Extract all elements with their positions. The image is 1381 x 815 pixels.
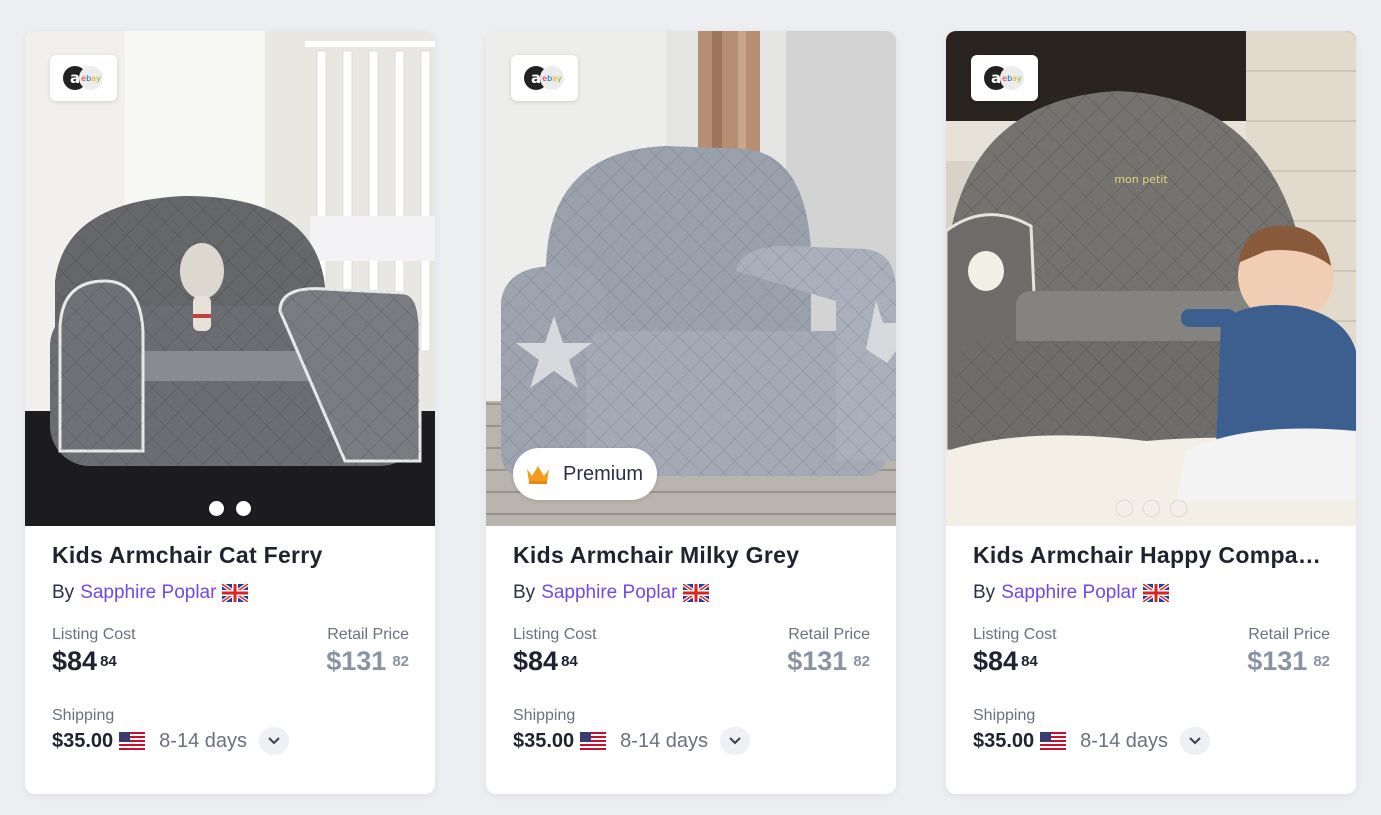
listing-cost-dollars: $84: [973, 646, 1019, 676]
svg-text:ebay: ebay: [1002, 74, 1022, 83]
shipping-days: 8-14 days: [620, 729, 709, 752]
product-image[interactable]: mon petit a ebay: [946, 31, 1356, 526]
marketplace-badge: a ebay: [971, 55, 1038, 101]
product-image[interactable]: a ebay: [25, 31, 435, 526]
amazon-ebay-icon: a ebay: [983, 66, 1024, 90]
us-flag-icon: [1040, 732, 1067, 750]
listing-cost-dollars: $84: [52, 646, 98, 676]
price-row: Listing Cost $84 84 Retail Price $131 82: [973, 626, 1330, 677]
svg-text:ebay: ebay: [81, 74, 101, 83]
amazon-ebay-icon: a ebay: [62, 66, 103, 90]
svg-text:a: a: [530, 69, 540, 87]
listing-cost: Listing Cost $84 84: [513, 626, 597, 677]
svg-text:ebay: ebay: [542, 74, 562, 83]
seller-line: By Sapphire Poplar: [52, 580, 409, 606]
chevron-down-icon: [268, 737, 280, 745]
shipping-expand-button[interactable]: [720, 727, 751, 755]
shipping-section: Shipping $35.00 8-14 days: [513, 707, 870, 756]
shipping-cost: $35.00: [973, 729, 1035, 752]
pagination-dot[interactable]: [1170, 501, 1186, 516]
chevron-down-icon: [729, 737, 741, 745]
listing-cost: Listing Cost $84 84: [52, 626, 136, 677]
armchair-photo: [25, 31, 435, 526]
listing-cost: Listing Cost $84 84: [973, 626, 1057, 677]
product-grid: a ebay Kids Armchair Cat Ferry By Sapphi…: [25, 31, 1357, 794]
retail-price: Retail Price $131 82: [787, 626, 870, 677]
listing-cost-dollars: $84: [513, 646, 559, 676]
marketplace-badge: a ebay: [511, 55, 578, 101]
seller-line: By Sapphire Poplar: [513, 580, 870, 606]
by-label: By: [973, 582, 996, 603]
listing-cost-label: Listing Cost: [973, 626, 1057, 643]
retail-price: Retail Price $131 82: [326, 626, 409, 677]
us-flag-icon: [580, 732, 607, 750]
shipping-expand-button[interactable]: [259, 727, 290, 755]
listing-cost-label: Listing Cost: [52, 626, 136, 643]
retail-price-cents: 82: [853, 653, 870, 670]
seller-link[interactable]: Sapphire Poplar: [80, 582, 216, 604]
retail-price-label: Retail Price: [788, 626, 870, 643]
listing-cost-label: Listing Cost: [513, 626, 597, 643]
shipping-expand-button[interactable]: [1180, 727, 1211, 755]
price-row: Listing Cost $84 84 Retail Price $131 82: [513, 626, 870, 677]
shipping-cost: $35.00: [513, 729, 575, 752]
retail-price-label: Retail Price: [327, 626, 409, 643]
product-title[interactable]: Kids Armchair Cat Ferry: [52, 542, 409, 572]
shipping-days: 8-14 days: [159, 729, 248, 752]
price-row: Listing Cost $84 84 Retail Price $131 82: [52, 626, 409, 677]
by-label: By: [513, 582, 536, 603]
shipping-cost: $35.00: [52, 729, 114, 752]
retail-price-cents: 82: [392, 653, 409, 670]
seller-link[interactable]: Sapphire Poplar: [541, 582, 677, 604]
image-pagination: [25, 501, 435, 516]
product-image[interactable]: a ebay Premium: [486, 31, 896, 526]
svg-text:mon petit: mon petit: [1114, 173, 1168, 186]
seller-link[interactable]: Sapphire Poplar: [1001, 582, 1137, 604]
listing-cost-cents: 84: [1021, 653, 1038, 670]
uk-flag-icon: [222, 584, 249, 602]
amazon-ebay-icon: a ebay: [523, 66, 564, 90]
chevron-down-icon: [1189, 737, 1201, 745]
shipping-section: Shipping $35.00 8-14 days: [52, 707, 409, 756]
product-card[interactable]: mon petit a ebay Kids Armchair Happy Com…: [946, 31, 1356, 794]
image-pagination: [946, 501, 1356, 516]
pagination-dot[interactable]: [1143, 501, 1159, 516]
crown-icon: [527, 466, 549, 484]
seller-line: By Sapphire Poplar: [973, 580, 1330, 606]
armchair-photo: mon petit: [946, 31, 1356, 526]
listing-cost-cents: 84: [561, 653, 578, 670]
marketplace-badge: a ebay: [50, 55, 117, 101]
retail-price-cents: 82: [1313, 653, 1330, 670]
uk-flag-icon: [683, 584, 710, 602]
svg-text:a: a: [990, 69, 1000, 87]
pagination-dot[interactable]: [1116, 501, 1132, 516]
uk-flag-icon: [1143, 584, 1170, 602]
retail-price: Retail Price $131 82: [1247, 626, 1330, 677]
by-label: By: [52, 582, 75, 603]
shipping-label: Shipping: [52, 707, 115, 724]
product-title[interactable]: Kids Armchair Milky Grey: [513, 542, 870, 572]
premium-label: Premium: [563, 462, 644, 485]
retail-price-dollars: $131: [1247, 646, 1308, 676]
product-card[interactable]: a ebay Kids Armchair Cat Ferry By Sapphi…: [25, 31, 435, 794]
shipping-section: Shipping $35.00 8-14 days: [973, 707, 1330, 756]
pagination-dot[interactable]: [209, 501, 224, 516]
shipping-label: Shipping: [973, 707, 1036, 724]
shipping-days: 8-14 days: [1080, 729, 1169, 752]
svg-text:a: a: [69, 69, 79, 87]
listing-cost-cents: 84: [100, 653, 117, 670]
premium-badge: Premium: [513, 448, 658, 500]
us-flag-icon: [119, 732, 146, 750]
shipping-label: Shipping: [513, 707, 576, 724]
pagination-dot[interactable]: [236, 501, 251, 516]
product-card[interactable]: a ebay Premium Kids Armchair Milky Grey …: [486, 31, 896, 794]
retail-price-dollars: $131: [326, 646, 387, 676]
product-title[interactable]: Kids Armchair Happy Compani…: [973, 542, 1330, 572]
retail-price-label: Retail Price: [1248, 626, 1330, 643]
retail-price-dollars: $131: [787, 646, 848, 676]
